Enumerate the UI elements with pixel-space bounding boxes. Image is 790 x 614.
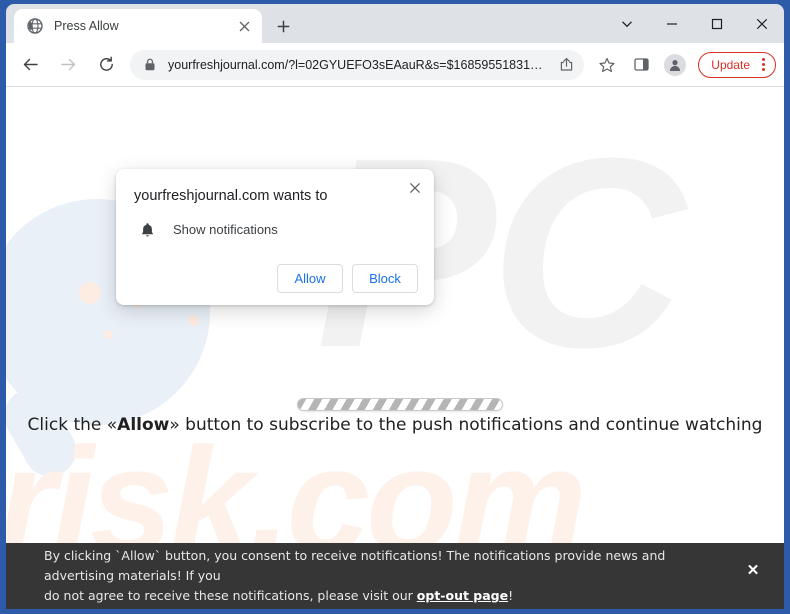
notification-permission-dialog: yourfreshjournal.com wants to Show notif… — [116, 169, 434, 305]
url-text: yourfreshjournal.com/?l=02GYUEFO3sEAauR&… — [168, 57, 543, 72]
share-icon[interactable] — [554, 57, 578, 72]
side-panel-icon[interactable] — [627, 51, 655, 79]
watermark-dot — [79, 282, 101, 304]
dialog-close-icon[interactable] — [404, 177, 426, 199]
kebab-menu-icon[interactable] — [755, 55, 771, 75]
caption-prefix: Click the « — [27, 415, 118, 435]
consent-line-2-after: ! — [508, 588, 514, 604]
page-caption: Click the «Allow» button to subscribe to… — [6, 415, 784, 435]
bell-icon — [138, 222, 156, 238]
star-icon[interactable] — [593, 51, 621, 79]
consent-line-2-before: do not agree to receive these notificati… — [44, 588, 417, 604]
tab-close-icon[interactable] — [234, 16, 254, 36]
browser-tab[interactable]: Press Allow — [14, 9, 262, 43]
globe-icon — [26, 18, 43, 35]
consent-banner-text: By clicking `Allow` button, you consent … — [44, 546, 736, 607]
permission-row: Show notifications — [138, 222, 418, 238]
avatar — [664, 53, 687, 76]
banner-close-icon[interactable]: ✕ — [736, 561, 770, 579]
caption-allow-word: Allow — [117, 415, 170, 435]
opt-out-page-link[interactable]: opt-out page — [417, 588, 508, 603]
minimize-icon[interactable] — [649, 7, 694, 41]
tab-title: Press Allow — [54, 19, 119, 33]
caption-suffix: » button to subscribe to the push notifi… — [169, 415, 763, 435]
consent-line-1: By clicking `Allow` button, you consent … — [44, 547, 666, 583]
dialog-actions: Allow Block — [132, 263, 418, 293]
page-viewport: PC risk.com Click the «Allow» button to … — [6, 87, 784, 609]
profile-avatar-icon[interactable] — [661, 51, 689, 79]
update-label: Update — [711, 57, 750, 72]
new-tab-button[interactable] — [268, 11, 298, 41]
close-icon[interactable] — [739, 7, 784, 41]
permission-label: Show notifications — [173, 222, 278, 238]
address-bar[interactable]: yourfreshjournal.com/?l=02GYUEFO3sEAauR&… — [130, 49, 585, 80]
tab-search-chevron-down-icon[interactable] — [604, 7, 649, 41]
watermark-dot — [188, 315, 199, 326]
tab-strip: Press Allow — [6, 4, 784, 43]
lock-icon — [142, 58, 158, 71]
browser-toolbar: yourfreshjournal.com/?l=02GYUEFO3sEAauR&… — [6, 43, 784, 87]
update-button[interactable]: Update — [698, 51, 776, 78]
watermark-dot — [104, 330, 113, 339]
allow-button[interactable]: Allow — [277, 263, 343, 293]
forward-arrow-icon[interactable] — [54, 51, 82, 79]
block-button[interactable]: Block — [352, 263, 418, 293]
reload-icon[interactable] — [92, 51, 120, 79]
window-controls — [604, 4, 784, 43]
striped-progress-bar — [297, 398, 503, 411]
maximize-icon[interactable] — [694, 7, 739, 41]
consent-banner: By clicking `Allow` button, you consent … — [6, 543, 784, 609]
dialog-title: yourfreshjournal.com wants to — [134, 188, 328, 204]
browser-window: Press Allow yourfreshjournal.com/?l=02GY… — [0, 0, 790, 614]
back-arrow-icon[interactable] — [16, 51, 44, 79]
